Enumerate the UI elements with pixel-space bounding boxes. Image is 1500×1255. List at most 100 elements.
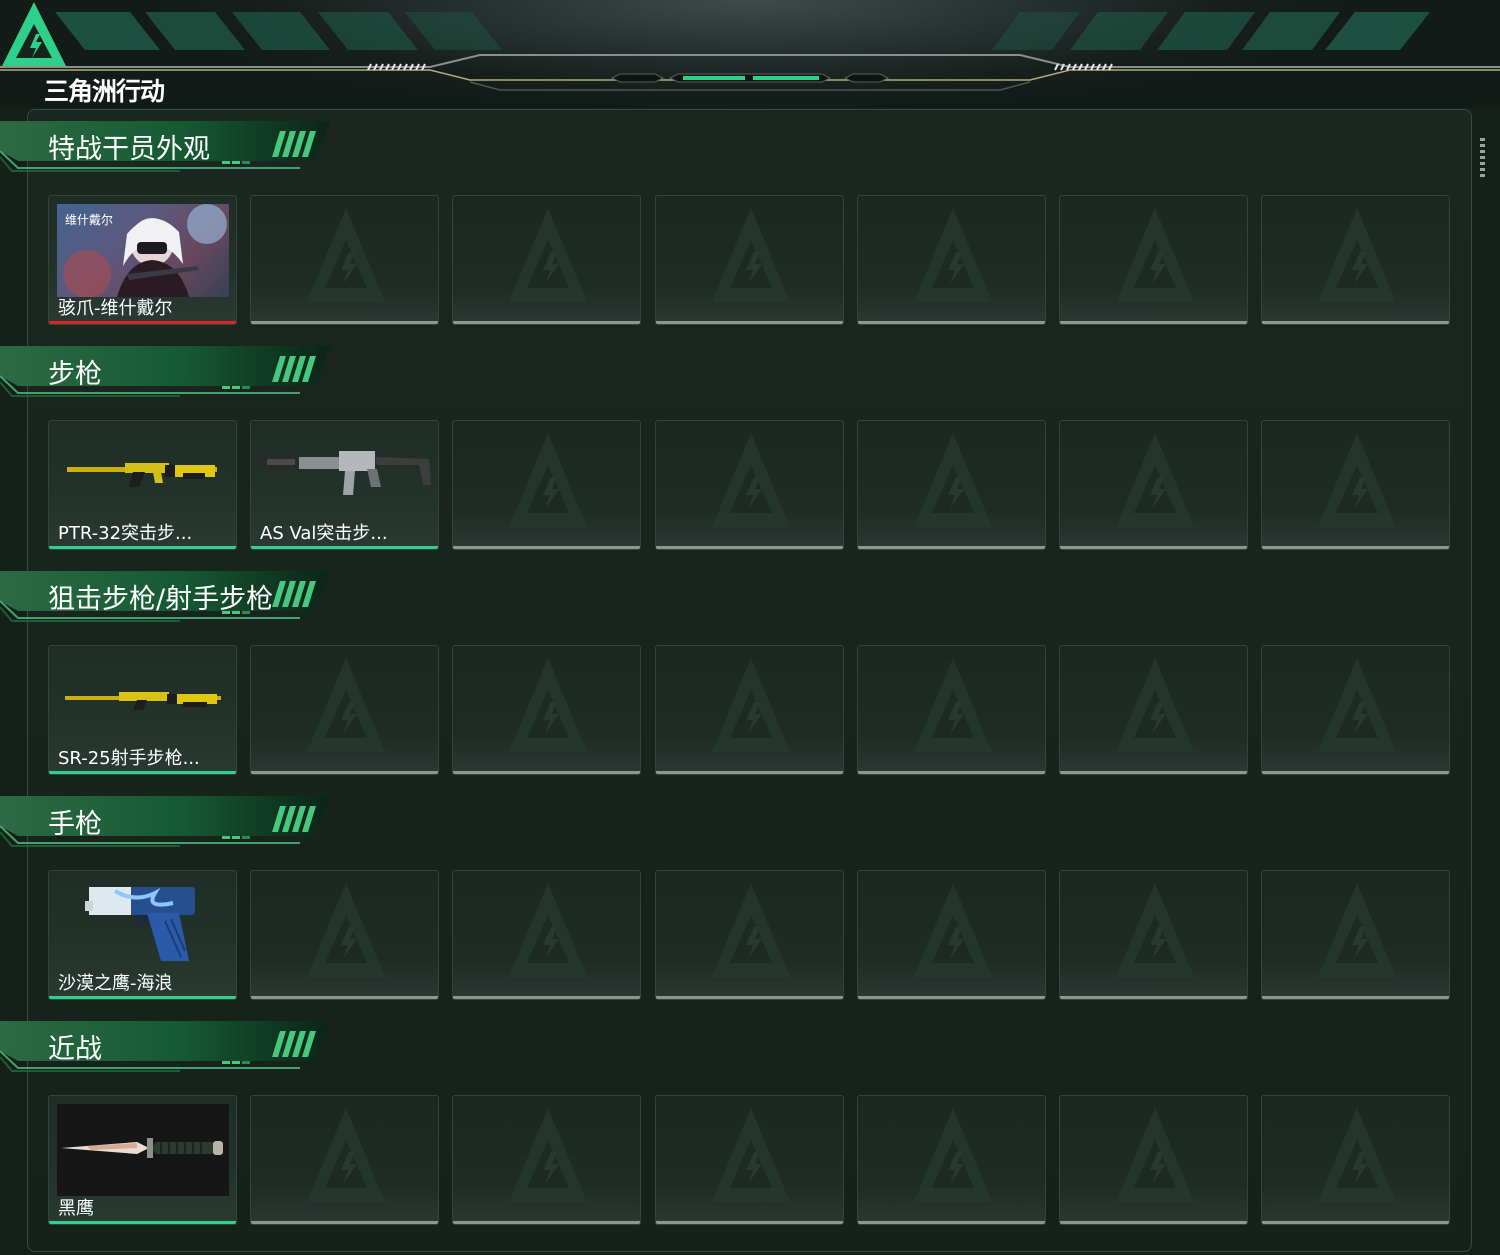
- item-card[interactable]: 沙漠之鹰-海浪: [48, 870, 237, 1000]
- slot-underline: [858, 1221, 1045, 1224]
- slot-underline: [1262, 996, 1449, 999]
- item-card[interactable]: SR-25射手步枪...: [48, 645, 237, 775]
- empty-slot[interactable]: [250, 870, 439, 1000]
- empty-slot[interactable]: [655, 870, 844, 1000]
- delta-watermark-icon: [507, 881, 589, 985]
- item-name: SR-25射手步枪...: [58, 748, 200, 769]
- delta-watermark-icon: [912, 206, 994, 310]
- empty-slot[interactable]: [1261, 645, 1450, 775]
- slot-underline: [858, 546, 1045, 549]
- item-card[interactable]: 维什戴尔 骇爪-维什戴尔: [48, 195, 237, 325]
- slot-underline: [656, 771, 843, 774]
- delta-watermark-icon: [710, 1106, 792, 1210]
- item-name: AS Val突击步...: [260, 523, 388, 544]
- empty-slot[interactable]: [857, 645, 1046, 775]
- empty-slot[interactable]: [655, 195, 844, 325]
- logo-text: 三角洲行动: [44, 77, 165, 106]
- empty-slot[interactable]: [655, 645, 844, 775]
- slot-underline: [1060, 546, 1247, 549]
- delta-watermark-icon: [1114, 431, 1196, 535]
- svg-text:维什戴尔: 维什戴尔: [65, 212, 113, 227]
- section-header: 狙击步枪/射手步枪: [0, 571, 340, 631]
- empty-slot[interactable]: [857, 195, 1046, 325]
- slot-underline: [1060, 321, 1247, 324]
- empty-slot[interactable]: [452, 870, 641, 1000]
- delta-watermark-icon: [1316, 881, 1398, 985]
- slot-underline: [453, 771, 640, 774]
- empty-slot[interactable]: [857, 420, 1046, 550]
- delta-watermark-icon: [912, 431, 994, 535]
- empty-slot[interactable]: [250, 1095, 439, 1225]
- delta-watermark-icon: [507, 1106, 589, 1210]
- slot-underline: [858, 321, 1045, 324]
- delta-watermark-icon: [1114, 1106, 1196, 1210]
- empty-slot[interactable]: [250, 645, 439, 775]
- slot-underline: [656, 1221, 843, 1224]
- delta-watermark-icon: [912, 656, 994, 760]
- empty-slot[interactable]: [655, 420, 844, 550]
- empty-slot[interactable]: [655, 1095, 844, 1225]
- slot-underline: [251, 996, 438, 999]
- slot-underline: [1060, 996, 1247, 999]
- empty-slot[interactable]: [1059, 1095, 1248, 1225]
- slot-underline: [251, 771, 438, 774]
- rarity-bar: [49, 996, 236, 999]
- rarity-bar: [49, 771, 236, 774]
- slot-underline: [453, 996, 640, 999]
- scrollbar[interactable]: [1480, 138, 1485, 178]
- section-header: 步枪: [0, 346, 340, 406]
- empty-slot[interactable]: [1261, 1095, 1450, 1225]
- item-name: 沙漠之鹰-海浪: [58, 973, 173, 994]
- item-card[interactable]: AS Val突击步...: [250, 420, 439, 550]
- slot-underline: [858, 771, 1045, 774]
- empty-slot[interactable]: [452, 1095, 641, 1225]
- slot-underline: [1262, 321, 1449, 324]
- empty-slot[interactable]: [1059, 195, 1248, 325]
- empty-slot[interactable]: [452, 420, 641, 550]
- empty-slot[interactable]: [1059, 420, 1248, 550]
- empty-slot[interactable]: [1261, 870, 1450, 1000]
- delta-watermark-icon: [912, 1106, 994, 1210]
- empty-slot[interactable]: [452, 195, 641, 325]
- slot-underline: [1060, 1221, 1247, 1224]
- rarity-bar: [49, 1221, 236, 1224]
- slot-underline: [453, 321, 640, 324]
- slot-underline: [1262, 546, 1449, 549]
- item-row: 沙漠之鹰-海浪: [48, 870, 1452, 1002]
- delta-watermark-icon: [710, 206, 792, 310]
- item-card[interactable]: 黑鹰: [48, 1095, 237, 1225]
- empty-slot[interactable]: [250, 195, 439, 325]
- rarity-bar: [49, 321, 236, 324]
- section-header: 手枪: [0, 796, 340, 856]
- empty-slot[interactable]: [1059, 870, 1248, 1000]
- empty-slot[interactable]: [1261, 420, 1450, 550]
- slot-underline: [453, 546, 640, 549]
- slot-underline: [251, 321, 438, 324]
- rarity-bar: [49, 546, 236, 549]
- item-row: 维什戴尔 骇爪-维什戴尔: [48, 195, 1452, 327]
- empty-slot[interactable]: [857, 870, 1046, 1000]
- delta-watermark-icon: [507, 431, 589, 535]
- delta-watermark-icon: [305, 1106, 387, 1210]
- slot-underline: [453, 1221, 640, 1224]
- delta-watermark-icon: [710, 656, 792, 760]
- section-header: 近战: [0, 1021, 340, 1081]
- empty-slot[interactable]: [1261, 195, 1450, 325]
- section-title: 步枪: [48, 359, 102, 390]
- rarity-bar: [251, 546, 438, 549]
- item-card[interactable]: PTR-32突击步...: [48, 420, 237, 550]
- section-title: 特战干员外观: [48, 134, 210, 165]
- delta-watermark-icon: [305, 881, 387, 985]
- section-title: 近战: [48, 1034, 102, 1065]
- delta-watermark-icon: [1316, 431, 1398, 535]
- item-name: PTR-32突击步...: [58, 523, 193, 544]
- app-root: 三角洲行动 特战干员外观 维什戴尔 骇爪-维什戴尔 步枪 PTR-32突击步..…: [0, 0, 1500, 1255]
- empty-slot[interactable]: [452, 645, 641, 775]
- empty-slot[interactable]: [1059, 645, 1248, 775]
- slot-underline: [1262, 1221, 1449, 1224]
- slot-underline: [656, 996, 843, 999]
- empty-slot[interactable]: [857, 1095, 1046, 1225]
- slot-underline: [1060, 771, 1247, 774]
- delta-watermark-icon: [1316, 206, 1398, 310]
- item-row: SR-25射手步枪...: [48, 645, 1452, 777]
